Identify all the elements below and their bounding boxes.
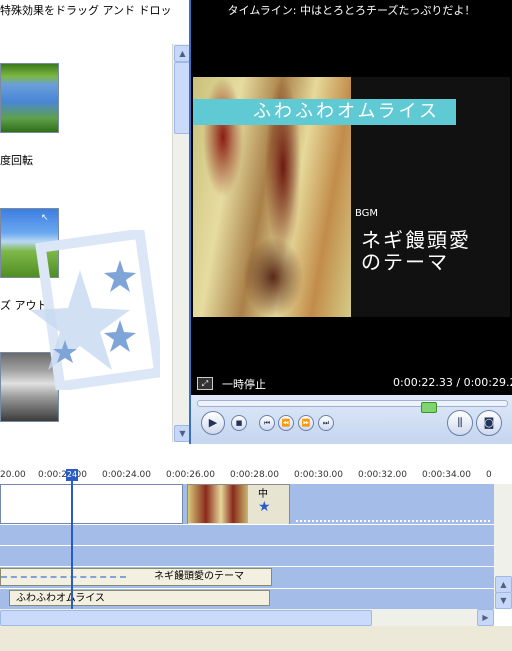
ruler-tick-label: 0:00:30.00 <box>294 470 344 480</box>
audio-clip[interactable]: ネギ饅頭愛のテーマ <box>0 568 272 586</box>
playback-status: 一時停止 <box>222 378 266 391</box>
preview-title: タイムライン: 中はとろとろチーズたっぷりだよ！ <box>227 4 476 17</box>
seek-bar[interactable] <box>197 400 508 413</box>
video-frame: ふわふわオムライス BGM ネギ饅頭愛のテーマ <box>193 77 510 317</box>
ruler-tick-label: 0:00:24.00 <box>102 470 152 480</box>
audio-waveform <box>1 576 126 578</box>
audio-clip-label: ネギ饅頭愛のテーマ <box>154 571 244 582</box>
playback-status-bar: ⤢ 一時停止 0:00:22.33 / 0:00:29.20 <box>193 374 512 392</box>
credit-heading: BGM <box>355 208 379 219</box>
rewind-button[interactable]: ⏪ <box>278 415 294 431</box>
playback-time: 0:00:22.33 / 0:00:29.20 <box>393 376 512 389</box>
ruler-tick-label: 0 <box>486 470 492 480</box>
scroll-down-button[interactable]: ▼ <box>495 592 512 609</box>
effect-thumbnail[interactable] <box>0 63 59 133</box>
clip-thumbnail <box>188 485 248 523</box>
video-effect-track[interactable] <box>0 545 494 567</box>
effects-vertical-scrollbar[interactable]: ▲ ▼ <box>172 44 189 442</box>
fast-forward-button[interactable]: ⏩ <box>298 415 314 431</box>
scroll-thumb[interactable] <box>0 610 372 626</box>
timeline-vertical-scrollbar[interactable]: ▲ ▼ <box>494 484 512 609</box>
stop-button[interactable]: ■ <box>231 415 247 431</box>
scroll-up-button[interactable]: ▲ <box>495 576 512 593</box>
fullscreen-icon[interactable]: ⤢ <box>197 377 213 390</box>
scroll-right-button[interactable]: ▶ <box>477 609 494 626</box>
next-frame-button[interactable]: ⏭ <box>318 415 334 431</box>
effect-star-icon: ★ <box>258 499 271 515</box>
timeline-toolbar <box>0 444 512 466</box>
playback-controls: ▶ ■ ⏮ ⏪ ⏩ ⏭ ⫼ ◙ <box>191 395 512 444</box>
scroll-up-button[interactable]: ▲ <box>174 45 189 62</box>
video-clip[interactable]: 中 ★ <box>187 484 290 526</box>
transition-track[interactable] <box>0 524 494 546</box>
title-clip[interactable]: ふわふわオムライス <box>9 590 270 606</box>
ruler-tick-label: 0:00:32.00 <box>358 470 408 480</box>
zoom-arrow-icon: ↖ <box>41 213 49 223</box>
clip-insert-marker <box>296 520 490 522</box>
effects-pane-header: 特殊効果をドラッグ アンド ドロップしてく <box>0 4 172 17</box>
video-clip[interactable] <box>0 484 183 524</box>
timeline-horizontal-scrollbar[interactable]: ▶ <box>0 609 494 626</box>
camera-snapshot-icon[interactable]: ◙ <box>476 410 502 436</box>
play-button[interactable]: ▶ <box>201 411 225 435</box>
scroll-thumb[interactable] <box>174 62 189 134</box>
timeline-panel: 20.00 0:00:22.00 0:00:24.00 0:00:26.00 0… <box>0 444 512 651</box>
effects-pane: 特殊効果をドラッグ アンド ドロップしてく 度回転 ↖ ↘ ズ アウト ▲ ▼ <box>0 0 191 444</box>
ruler-tick-label: 20.00 <box>0 470 26 480</box>
ruler-tick-label: 0:00:28.00 <box>230 470 280 480</box>
status-strip <box>0 626 512 651</box>
ruler-tick-label: 0:00:26.00 <box>166 470 216 480</box>
ruler-tick-label: 0:00:34.00 <box>422 470 472 480</box>
preview-monitor: タイムライン: 中はとろとろチーズたっぷりだよ！ ふわふわオムライス BGM ネ… <box>191 0 512 444</box>
clip-label: 中 <box>258 489 268 500</box>
movie-maker-watermark-icon <box>30 230 160 390</box>
previous-frame-button[interactable]: ⏮ <box>259 415 275 431</box>
split-clip-icon[interactable]: ⫼ <box>447 410 473 436</box>
effect-label: 度回転 <box>0 154 33 167</box>
playhead-marker[interactable]: 24 <box>66 469 78 481</box>
ruler-tick-label: 0:00:22.00 <box>38 470 88 480</box>
overlay-title-banner: ふわふわオムライス <box>193 99 456 125</box>
seek-thumb[interactable] <box>421 402 437 413</box>
scroll-down-button[interactable]: ▼ <box>174 425 189 442</box>
credit-song-title: ネギ饅頭愛のテーマ <box>361 228 471 274</box>
